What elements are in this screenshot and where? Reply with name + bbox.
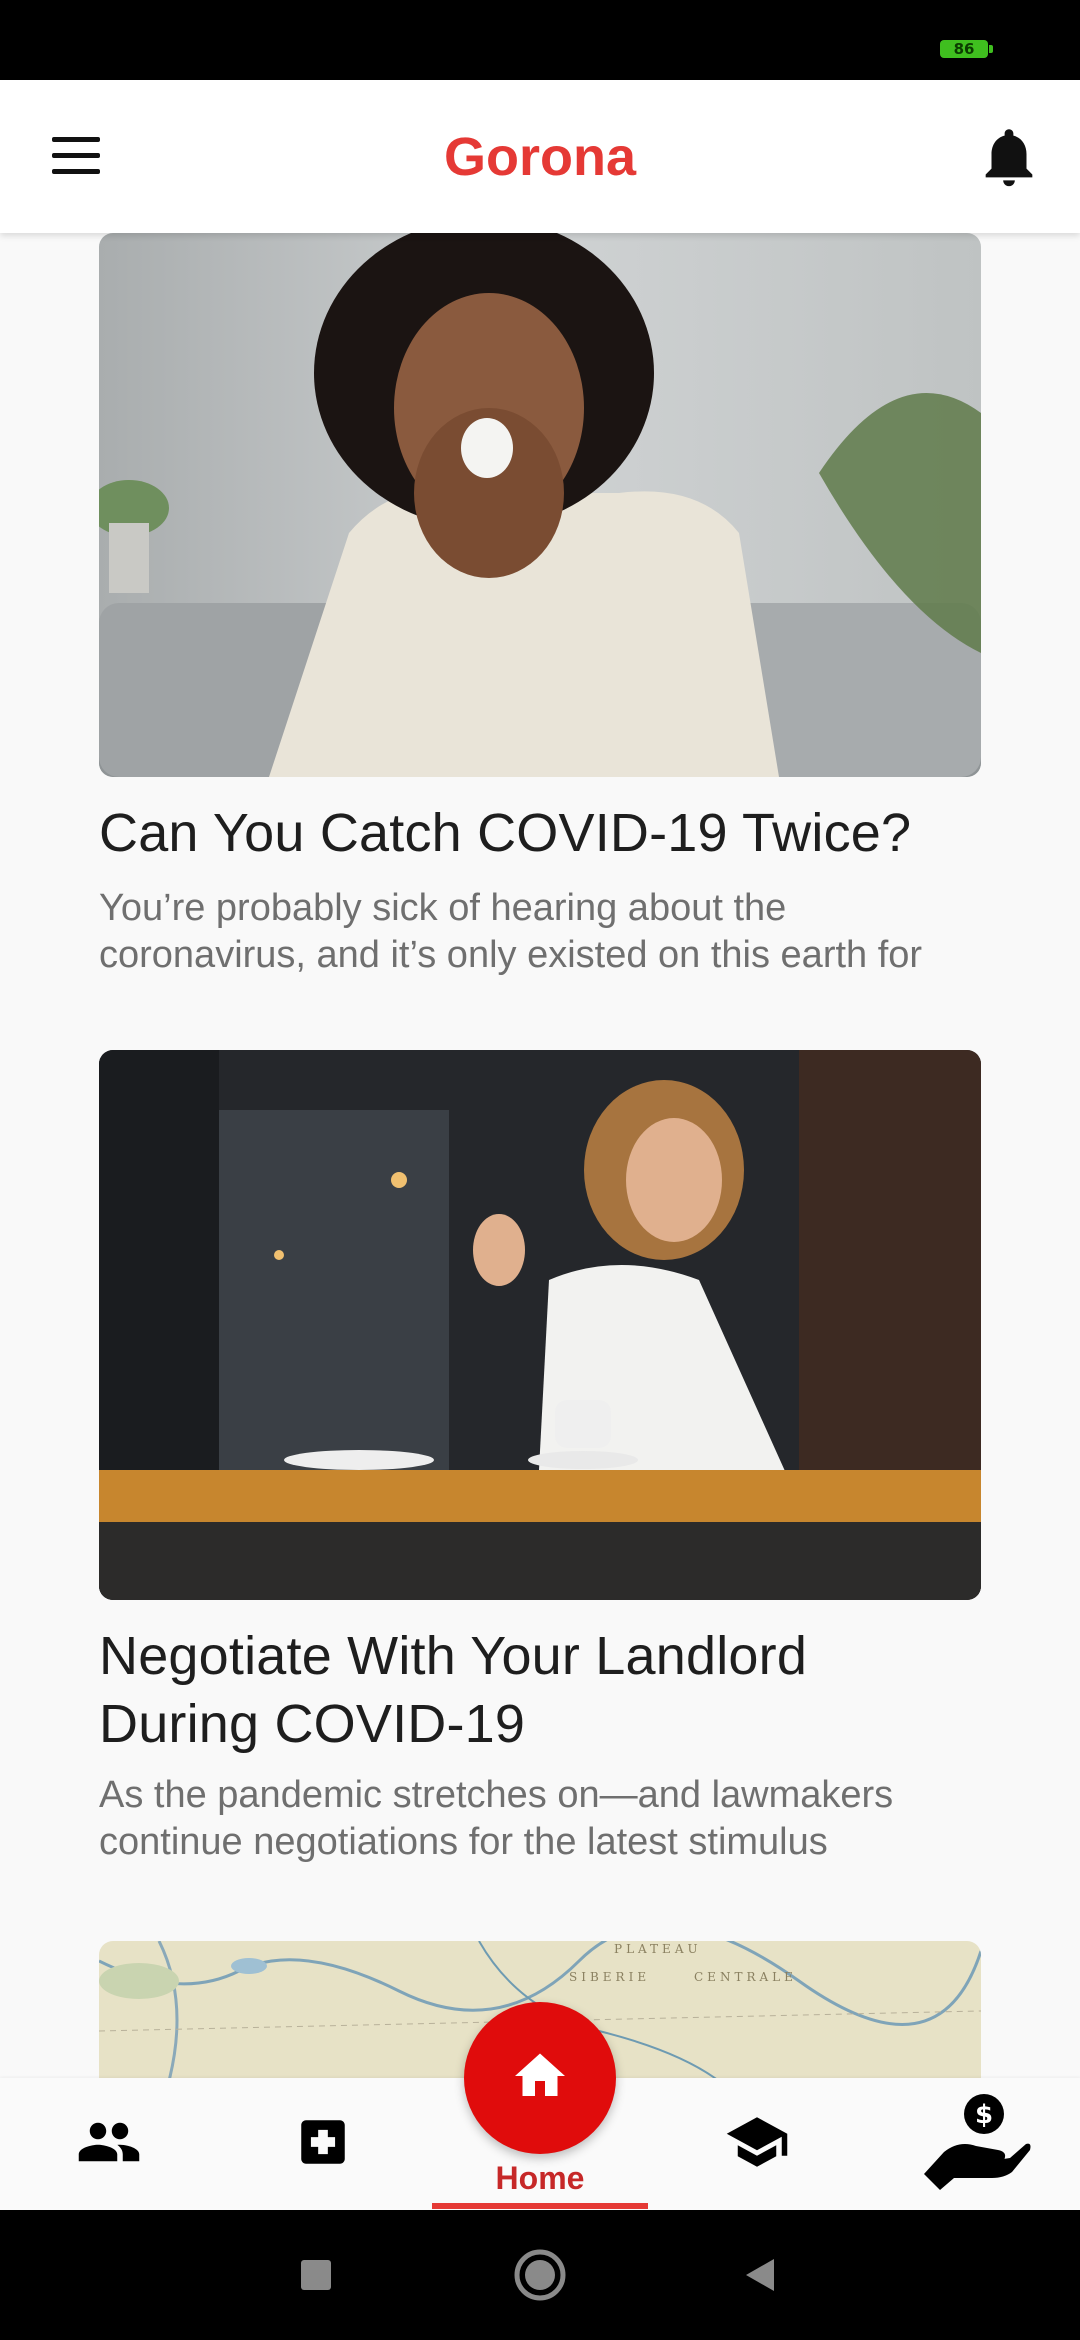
home-icon bbox=[510, 2046, 570, 2111]
article-title[interactable]: Can You Catch COVID-19 Twice? bbox=[99, 799, 981, 867]
nav-finance[interactable]: $ bbox=[910, 2078, 1036, 2210]
article-title-line: During COVID-19 bbox=[99, 1694, 526, 1754]
article-excerpt-line: You’re probably sick of hearing about th… bbox=[99, 887, 787, 929]
article-image-cafe-woman[interactable] bbox=[99, 1050, 981, 1600]
status-bar: 86 bbox=[0, 0, 1080, 80]
article-card[interactable]: Negotiate With Your Landlord During COVI… bbox=[99, 1050, 981, 1866]
system-navigation-bar bbox=[0, 2210, 1080, 2340]
app-title: Gorona bbox=[443, 127, 636, 187]
app-bar: Gorona bbox=[0, 80, 1080, 233]
home-circle-icon[interactable] bbox=[510, 2245, 570, 2305]
recents-icon[interactable] bbox=[286, 2245, 346, 2305]
nav-education[interactable] bbox=[702, 2078, 812, 2210]
article-card[interactable]: Can You Catch COVID-19 Twice? You’re pro… bbox=[99, 233, 981, 979]
active-tab-indicator bbox=[432, 2203, 648, 2209]
article-image-sick-woman[interactable] bbox=[99, 233, 981, 777]
nav-health[interactable] bbox=[268, 2078, 378, 2210]
map-label: CENTRALE bbox=[694, 1970, 797, 1984]
bell-icon[interactable] bbox=[974, 122, 1044, 192]
medical-cross-icon bbox=[294, 2113, 352, 2176]
nav-community[interactable] bbox=[54, 2078, 164, 2210]
home-label[interactable]: Home bbox=[432, 2160, 648, 2197]
map-label: PLATEAU bbox=[614, 1942, 702, 1956]
money-hand-icon: $ bbox=[914, 2092, 1032, 2197]
battery-icon: 86 bbox=[940, 40, 993, 58]
svg-text:$: $ bbox=[975, 2100, 993, 2130]
article-excerpt-line: coronavirus, and it’s only existed on th… bbox=[99, 934, 923, 976]
article-title-line: Negotiate With Your Landlord bbox=[99, 1626, 808, 1686]
article-excerpt-line: continue negotiations for the latest sti… bbox=[99, 1821, 828, 1863]
article-title[interactable]: Negotiate With Your Landlord During COVI… bbox=[99, 1622, 981, 1758]
article-excerpt-line: As the pandemic stretches on—and lawmake… bbox=[99, 1774, 894, 1816]
back-icon[interactable] bbox=[730, 2245, 790, 2305]
people-icon bbox=[76, 2109, 142, 2180]
home-button[interactable] bbox=[464, 2002, 616, 2154]
graduation-cap-icon bbox=[724, 2109, 790, 2180]
article-feed[interactable]: Can You Catch COVID-19 Twice? You’re pro… bbox=[0, 233, 1080, 2078]
map-label: SIBERIE bbox=[569, 1970, 650, 1984]
